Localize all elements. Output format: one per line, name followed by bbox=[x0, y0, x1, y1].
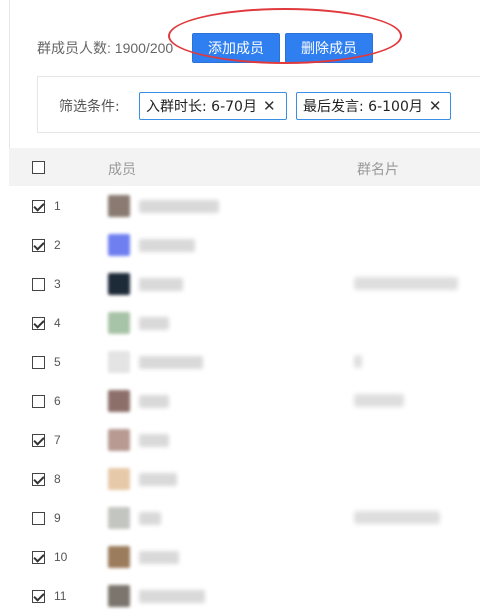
row-checkbox[interactable] bbox=[32, 551, 45, 564]
member-nickname-redacted bbox=[139, 434, 169, 447]
add-member-button[interactable]: 添加成员 bbox=[192, 33, 280, 63]
member-nickname-redacted bbox=[139, 473, 177, 486]
table-row[interactable]: 7 bbox=[9, 421, 480, 460]
row-index: 3 bbox=[54, 277, 61, 291]
avatar bbox=[108, 234, 130, 256]
avatar bbox=[108, 468, 130, 490]
row-index: 6 bbox=[54, 394, 61, 408]
close-icon[interactable]: ✕ bbox=[429, 97, 442, 115]
filter-tag-text: 最后发言: 6-100月 bbox=[303, 99, 423, 115]
row-checkbox[interactable] bbox=[32, 434, 45, 447]
row-index: 10 bbox=[54, 550, 68, 564]
row-index: 11 bbox=[54, 589, 67, 603]
row-checkbox[interactable] bbox=[32, 590, 45, 603]
member-nickname-redacted bbox=[139, 551, 179, 564]
group-card-redacted bbox=[354, 394, 404, 407]
table-row[interactable]: 3 bbox=[9, 265, 480, 304]
filter-tag-join-duration[interactable]: 入群时长: 6-70月 ✕ bbox=[139, 92, 287, 120]
table-row[interactable]: 5 bbox=[9, 343, 480, 382]
close-icon[interactable]: ✕ bbox=[263, 97, 276, 115]
avatar bbox=[108, 351, 130, 373]
avatar bbox=[108, 312, 130, 334]
group-card-redacted bbox=[354, 355, 362, 368]
member-nickname-redacted bbox=[139, 239, 195, 252]
row-index: 9 bbox=[54, 511, 61, 525]
table-row[interactable]: 1 bbox=[9, 187, 480, 226]
row-checkbox[interactable] bbox=[32, 473, 45, 486]
avatar bbox=[108, 429, 130, 451]
filter-panel: 筛选条件: 入群时长: 6-70月 ✕ 最后发言: 6-100月 ✕ bbox=[37, 76, 480, 133]
avatar bbox=[108, 390, 130, 412]
filter-tag-last-speak[interactable]: 最后发言: 6-100月 ✕ bbox=[296, 92, 451, 120]
filter-label: 筛选条件: bbox=[59, 99, 120, 115]
member-count-row: 群成员人数: 1900/200 bbox=[37, 33, 173, 63]
table-row[interactable]: 8 bbox=[9, 460, 480, 499]
row-index: 5 bbox=[54, 355, 61, 369]
row-index: 4 bbox=[54, 316, 61, 330]
group-card-redacted bbox=[354, 511, 440, 524]
member-nickname-redacted bbox=[139, 278, 183, 291]
member-nickname-redacted bbox=[139, 590, 205, 603]
row-index: 7 bbox=[54, 433, 61, 447]
select-all-checkbox[interactable] bbox=[32, 161, 45, 174]
row-checkbox[interactable] bbox=[32, 395, 45, 408]
row-index: 2 bbox=[54, 238, 61, 252]
row-index: 1 bbox=[54, 199, 61, 213]
avatar bbox=[108, 507, 130, 529]
row-checkbox[interactable] bbox=[32, 512, 45, 525]
table-row[interactable]: 2 bbox=[9, 226, 480, 265]
member-nickname-redacted bbox=[139, 512, 161, 525]
member-nickname-redacted bbox=[139, 395, 169, 408]
avatar bbox=[108, 195, 130, 217]
column-header-member: 成员 bbox=[108, 162, 136, 178]
member-nickname-redacted bbox=[139, 356, 203, 369]
avatar bbox=[108, 585, 130, 607]
table-row[interactable]: 4 bbox=[9, 304, 480, 343]
row-checkbox[interactable] bbox=[32, 356, 45, 369]
group-card-redacted bbox=[354, 277, 458, 290]
table-row[interactable]: 10 bbox=[9, 538, 480, 577]
row-checkbox[interactable] bbox=[32, 278, 45, 291]
member-count-label: 群成员人数: 1900/200 bbox=[37, 40, 174, 56]
table-header: 成员 群名片 bbox=[9, 148, 480, 186]
column-header-group-card: 群名片 bbox=[357, 162, 399, 178]
delete-member-button[interactable]: 删除成员 bbox=[285, 33, 373, 63]
row-checkbox[interactable] bbox=[32, 317, 45, 330]
row-checkbox[interactable] bbox=[32, 239, 45, 252]
member-nickname-redacted bbox=[139, 200, 219, 213]
member-nickname-redacted bbox=[139, 317, 169, 330]
avatar bbox=[108, 273, 130, 295]
row-checkbox[interactable] bbox=[32, 200, 45, 213]
table-row[interactable]: 9 bbox=[9, 499, 480, 538]
table-row[interactable]: 6 bbox=[9, 382, 480, 421]
table-row[interactable]: 11 bbox=[9, 577, 480, 616]
row-index: 8 bbox=[54, 472, 61, 486]
avatar bbox=[108, 546, 130, 568]
left-divider bbox=[9, 0, 10, 150]
filter-tag-text: 入群时长: 6-70月 bbox=[146, 99, 257, 115]
